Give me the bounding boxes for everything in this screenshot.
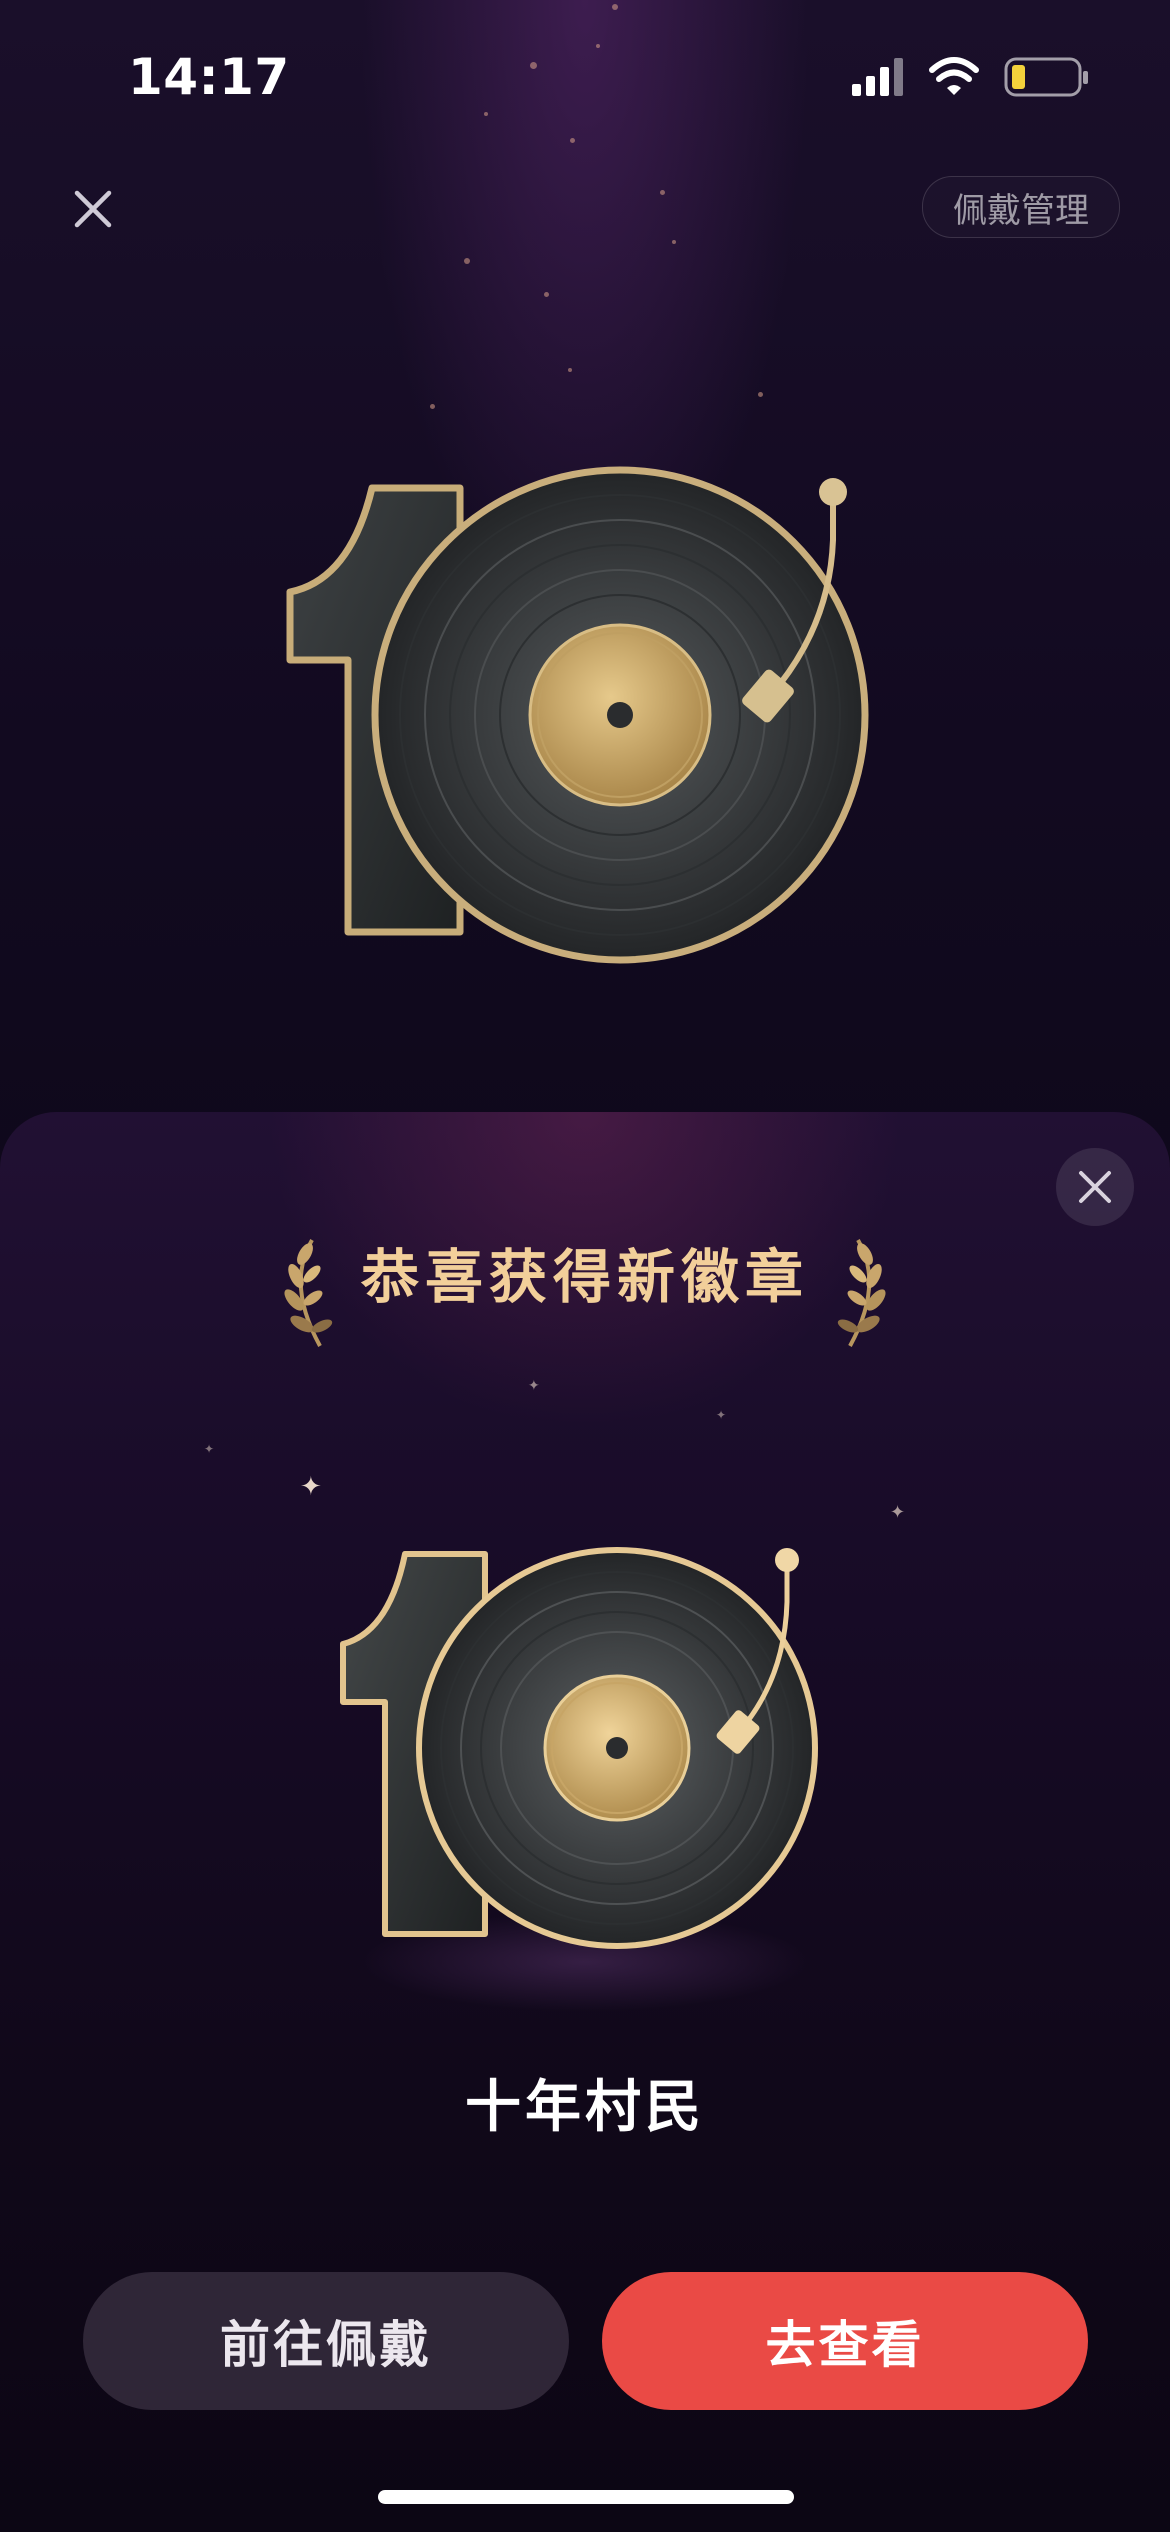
- star-decoration: [484, 112, 488, 116]
- sheet-close-button[interactable]: [1056, 1148, 1134, 1226]
- star-decoration: [660, 190, 665, 195]
- laurel-icon: [837, 1238, 886, 1347]
- sparkle-icon: ✦: [204, 1442, 215, 1456]
- go-wear-button[interactable]: 前往佩戴: [83, 2272, 569, 2410]
- vinyl-record-10-badge-icon: [286, 466, 869, 964]
- star-decoration: [612, 4, 618, 10]
- wear-manage-button[interactable]: 佩戴管理: [922, 176, 1120, 238]
- status-time: 14:17: [128, 48, 290, 106]
- star-decoration: [758, 392, 763, 397]
- cellular-signal-icon: [852, 57, 1088, 97]
- star-decoration: [570, 138, 575, 143]
- star-decoration: [672, 240, 676, 244]
- badge-name: 十年村民: [465, 2075, 705, 2140]
- star-decoration: [544, 292, 549, 297]
- close-icon: [74, 190, 112, 228]
- vinyl-record-10-badge-icon: [340, 1547, 818, 1949]
- close-icon: [1079, 1171, 1111, 1203]
- sparkle-icon: ✦: [890, 1502, 906, 1523]
- star-decoration: [464, 258, 470, 264]
- star-decoration: [430, 404, 435, 409]
- sparkle-icon: ✦: [716, 1408, 727, 1422]
- wifi-icon: [929, 57, 979, 95]
- congrats-title: 恭喜获得新徽章: [360, 1243, 809, 1311]
- close-button[interactable]: [62, 178, 124, 240]
- sparkle-icon: ✦: [528, 1378, 540, 1394]
- status-icons: [852, 56, 1092, 100]
- star-decoration: [596, 44, 600, 48]
- star-decoration: [568, 368, 572, 372]
- home-indicator[interactable]: [378, 2490, 794, 2504]
- go-view-button[interactable]: 去查看: [602, 2272, 1088, 2410]
- star-decoration: [530, 62, 537, 69]
- badge-award-sheet: 恭喜获得新徽章 ✦ ✦ ✦ ✦ ✦ 十年村民 前往佩戴 去查看: [0, 1112, 1170, 2532]
- battery-low-icon: [1004, 57, 1088, 97]
- sparkle-icon: ✦: [300, 1472, 322, 1502]
